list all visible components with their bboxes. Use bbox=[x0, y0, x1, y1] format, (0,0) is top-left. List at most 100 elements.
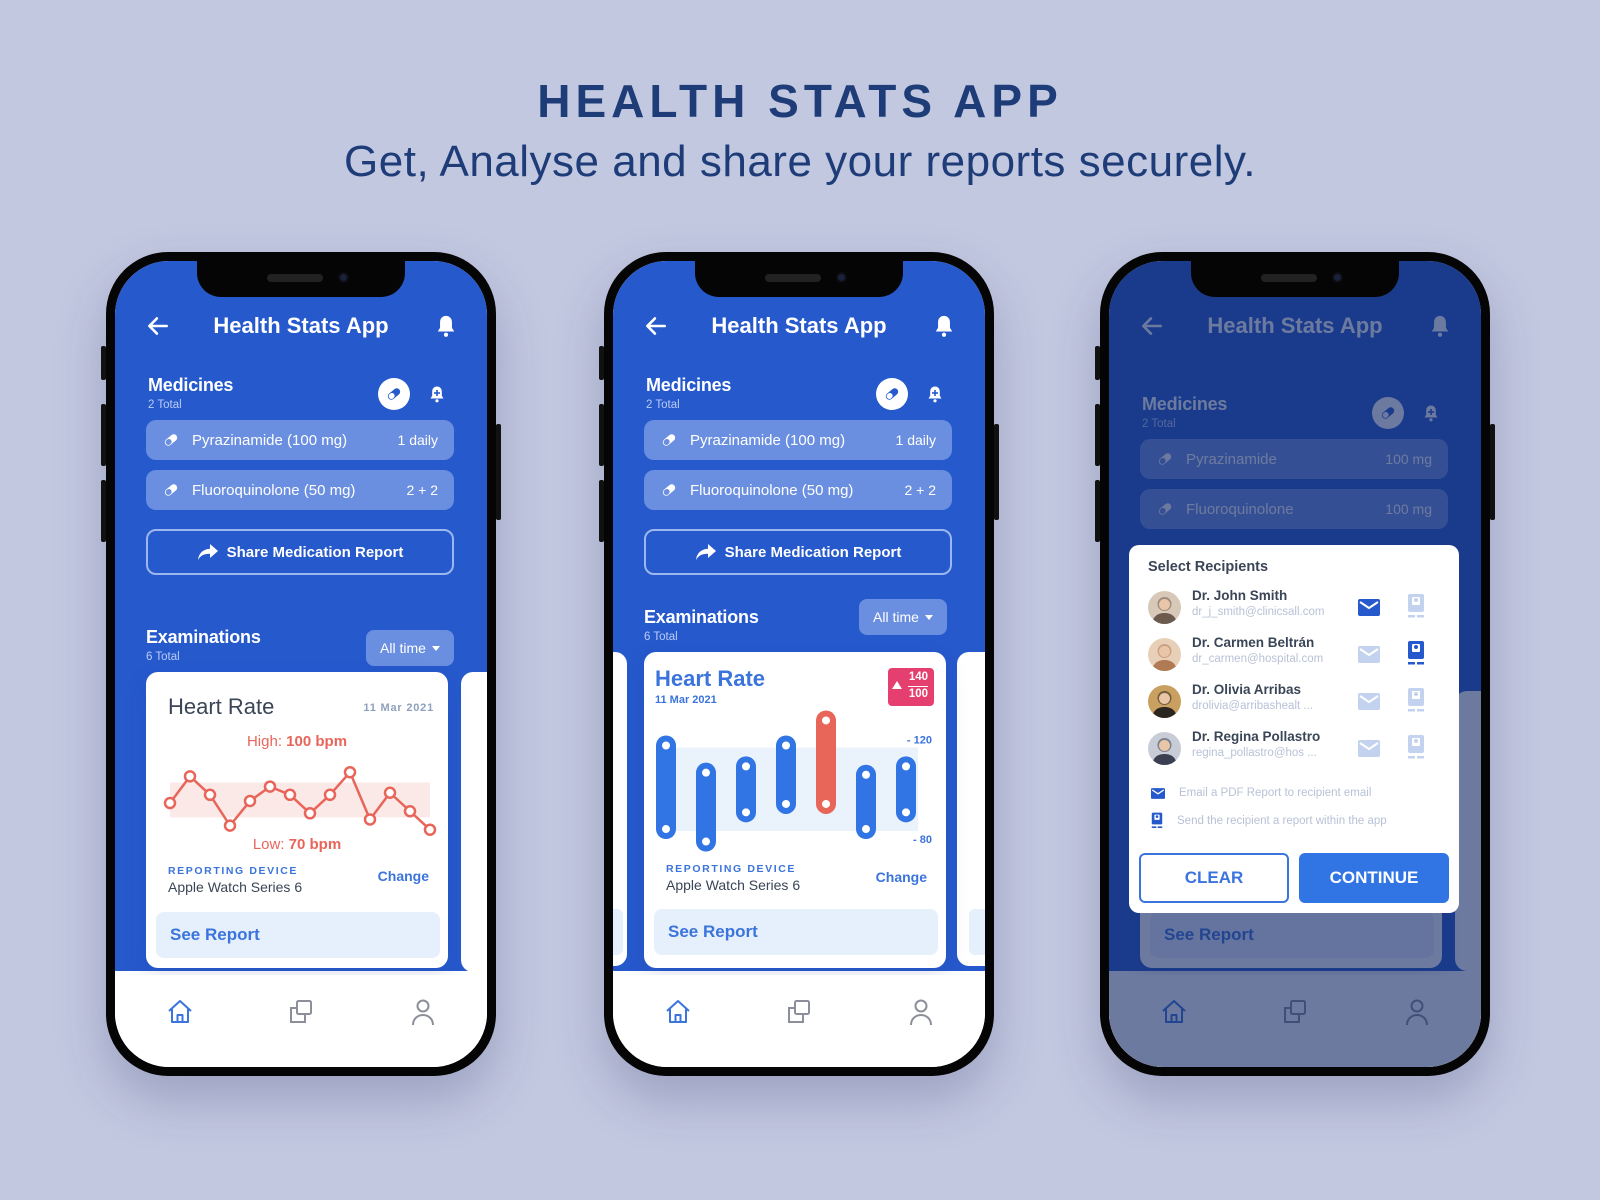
alert-up-icon bbox=[892, 681, 902, 689]
bell-icon[interactable] bbox=[933, 314, 955, 338]
bell-icon[interactable] bbox=[435, 314, 457, 338]
select-recipients-modal: Select Recipients Dr. John Smith dr_j_smi… bbox=[1129, 545, 1459, 913]
reporting-device-name: Apple Watch Series 6 bbox=[666, 877, 801, 893]
low-value-label: Low: 70 bpm bbox=[146, 836, 448, 853]
continue-button[interactable]: CONTINUE bbox=[1299, 853, 1449, 903]
recipient-row[interactable]: Dr. John Smith dr_j_smith@clinicsall.com bbox=[1148, 587, 1448, 629]
medicine-item[interactable]: Pyrazinamide (100 mg) 1 daily bbox=[146, 420, 454, 460]
card-title: Heart Rate bbox=[168, 694, 275, 719]
recipient-row[interactable]: Dr. Olivia Arribas drolivia@arribashealt … bbox=[1148, 681, 1448, 723]
share-medication-report-button[interactable]: Share Medication Report bbox=[146, 529, 454, 575]
screen-select-recipients: Health Stats App Medicines 2 Total Pyraz… bbox=[1109, 261, 1481, 1067]
medicine-name: Pyrazinamide (100 mg) bbox=[690, 431, 846, 449]
in-app-toggle-icon[interactable] bbox=[1407, 640, 1425, 666]
high-dot bbox=[862, 770, 870, 779]
high-dot bbox=[702, 768, 710, 777]
low-dot bbox=[662, 825, 670, 834]
pill-icon bbox=[885, 388, 899, 400]
mail-toggle-icon[interactable] bbox=[1358, 599, 1380, 616]
low-dot bbox=[862, 825, 870, 834]
medicines-title: Medicines bbox=[646, 375, 732, 395]
mail-toggle-icon[interactable] bbox=[1358, 740, 1380, 757]
legend-inapp-text: Send the recipient a report within the a… bbox=[1177, 814, 1387, 827]
modal-title: Select Recipients bbox=[1148, 559, 1269, 575]
phone-frame-2: Health Stats App Medicines 2 Total Pyraz… bbox=[599, 252, 999, 1076]
low-dot bbox=[702, 837, 710, 846]
data-point bbox=[263, 780, 277, 793]
in-app-toggle-icon[interactable] bbox=[1407, 734, 1425, 760]
clear-button[interactable]: CLEAR bbox=[1139, 853, 1289, 903]
pill-icon bbox=[662, 434, 676, 446]
home-icon[interactable] bbox=[663, 997, 693, 1027]
back-arrow-icon[interactable] bbox=[145, 313, 171, 339]
see-report-button[interactable]: See Report bbox=[654, 909, 938, 955]
recipient-row[interactable]: Dr. Regina Pollastro regina_pollastro@hos… bbox=[1148, 728, 1448, 770]
bp-alert-badge: 140 100 bbox=[888, 668, 934, 706]
medicine-item[interactable]: Fluoroquinolone (50 mg) 2 + 2 bbox=[644, 470, 952, 510]
medicine-dose: 1 daily bbox=[895, 432, 936, 448]
medicines-count: 2 Total bbox=[148, 399, 182, 411]
high-dot bbox=[822, 716, 830, 725]
low-label: Low: bbox=[252, 836, 285, 853]
windows-icon[interactable] bbox=[784, 997, 814, 1027]
time-filter-dropdown[interactable]: All time bbox=[366, 630, 454, 666]
data-point bbox=[203, 788, 217, 802]
app-title: Health Stats App bbox=[213, 313, 389, 338]
medicine-dose: 1 daily bbox=[397, 432, 438, 448]
y-tick-label: - 120 bbox=[907, 735, 932, 747]
mail-toggle-icon[interactable] bbox=[1358, 693, 1380, 710]
change-device-link[interactable]: Change bbox=[378, 868, 429, 884]
medicine-name: Fluoroquinolone (50 mg) bbox=[690, 481, 854, 499]
low-dot bbox=[742, 808, 750, 817]
in-app-toggle-icon[interactable] bbox=[1407, 687, 1425, 713]
add-medicine-button[interactable] bbox=[876, 378, 908, 410]
reporting-device-name: Apple Watch Series 6 bbox=[168, 879, 303, 895]
legend-email-text: Email a PDF Report to recipient email bbox=[1179, 787, 1372, 799]
medicine-item[interactable]: Fluoroquinolone (50 mg) 2 + 2 bbox=[146, 470, 454, 510]
recipient-row[interactable]: Dr. Carmen Beltrán dr_carmen@hospital.com bbox=[1148, 634, 1448, 676]
in-app-report-icon bbox=[1151, 812, 1163, 829]
data-point bbox=[243, 794, 257, 808]
medicine-name: Pyrazinamide (100 mg) bbox=[192, 431, 348, 449]
home-icon[interactable] bbox=[165, 997, 195, 1027]
profile-icon[interactable] bbox=[906, 997, 936, 1027]
recipient-email: regina_pollastro@hos ... bbox=[1192, 747, 1317, 759]
share-label: Share Medication Report bbox=[226, 543, 404, 561]
recipient-email: dr_carmen@hospital.com bbox=[1192, 653, 1324, 665]
bottom-tab-bar bbox=[613, 975, 985, 1067]
heart-rate-card[interactable]: Heart Rate 11 Mar 2021 High: 100 bpm Low… bbox=[146, 672, 448, 968]
reminder-bell-icon[interactable] bbox=[428, 385, 446, 403]
share-arrow-icon bbox=[695, 544, 716, 560]
in-app-toggle-icon[interactable] bbox=[1407, 593, 1425, 619]
medicine-item[interactable]: Pyrazinamide (100 mg) 1 daily bbox=[644, 420, 952, 460]
data-point bbox=[283, 788, 297, 802]
time-filter-dropdown[interactable]: All time bbox=[859, 599, 947, 635]
data-point bbox=[403, 804, 417, 818]
recipient-email: dr_j_smith@clinicsall.com bbox=[1192, 606, 1325, 618]
recipient-name: Dr. Regina Pollastro bbox=[1192, 729, 1321, 744]
hero-title: HEALTH STATS APP bbox=[537, 75, 1063, 127]
recipient-name: Dr. Carmen Beltrán bbox=[1192, 635, 1315, 650]
change-device-link[interactable]: Change bbox=[876, 869, 927, 885]
recipient-email: drolivia@arribashealt ... bbox=[1192, 700, 1313, 712]
medicines-header: Medicines 2 Total bbox=[646, 375, 731, 411]
profile-icon[interactable] bbox=[408, 997, 438, 1027]
share-medication-report-button[interactable]: Share Medication Report bbox=[644, 529, 952, 575]
heart-rate-card[interactable]: Heart Rate 11 Mar 2021 140 100 - 120- 80… bbox=[644, 652, 946, 968]
y-tick-label: - 80 bbox=[913, 834, 932, 846]
share-label: Share Medication Report bbox=[724, 543, 902, 561]
medicines-header: Medicines 2 Total bbox=[148, 375, 233, 411]
back-arrow-icon[interactable] bbox=[643, 313, 669, 339]
bottom-tab-bar bbox=[115, 975, 487, 1067]
reporting-device-label: REPORTING DEVICE bbox=[168, 865, 299, 877]
mail-toggle-icon[interactable] bbox=[1358, 646, 1380, 663]
medicine-name: Fluoroquinolone (50 mg) bbox=[192, 481, 356, 499]
range-bar bbox=[656, 735, 676, 840]
add-medicine-button[interactable] bbox=[378, 378, 410, 410]
see-report-button[interactable]: See Report bbox=[156, 912, 440, 958]
range-bar bbox=[816, 710, 836, 814]
windows-icon[interactable] bbox=[286, 997, 316, 1027]
phone-frame-1: Health Stats App Medicines 2 Total Pyraz… bbox=[101, 252, 501, 1076]
range-bar-chart: - 120 - 80 bbox=[656, 710, 932, 852]
reminder-bell-icon[interactable] bbox=[926, 385, 944, 403]
